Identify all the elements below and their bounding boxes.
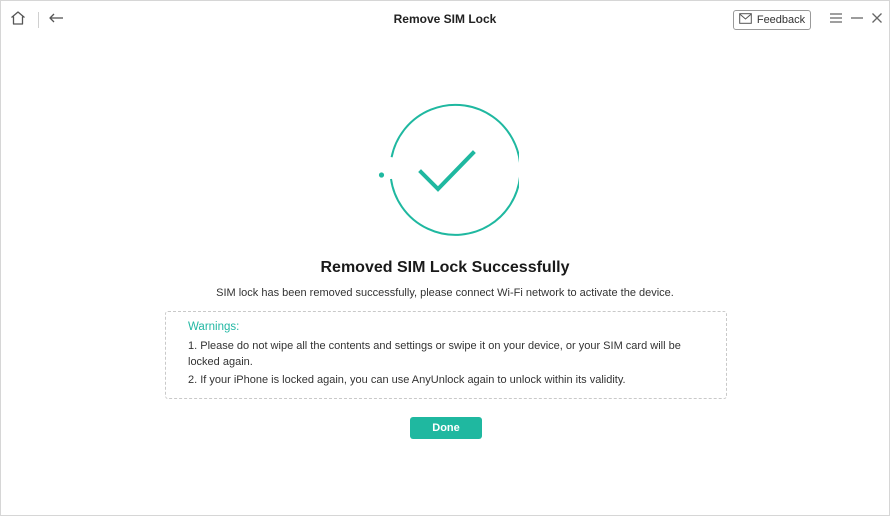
title-bar: Remove SIM Lock Feedback <box>1 1 889 39</box>
minimize-icon <box>850 11 864 29</box>
warning-item: 1. Please do not wipe all the contents a… <box>188 340 681 368</box>
warnings-box: Warnings: 1. Please do not wipe all the … <box>165 311 727 399</box>
done-button[interactable]: Done <box>410 417 482 439</box>
feedback-button[interactable]: Feedback <box>733 10 811 30</box>
mail-icon <box>739 13 752 27</box>
success-heading: Removed SIM Lock Successfully <box>320 259 570 276</box>
menu-button[interactable] <box>825 9 847 31</box>
feedback-label: Feedback <box>756 14 806 26</box>
minimize-button[interactable] <box>846 9 868 31</box>
hamburger-menu-icon <box>829 11 843 29</box>
close-icon <box>871 11 883 29</box>
app-window: Remove SIM Lock Feedback Removed SIM Loc… <box>0 0 890 516</box>
close-button[interactable] <box>866 9 888 31</box>
warning-item: 2. If your iPhone is locked again, you c… <box>188 374 626 386</box>
home-button[interactable] <box>7 9 29 31</box>
success-subtext: SIM lock has been removed successfully, … <box>216 287 674 299</box>
success-check-icon <box>373 97 522 243</box>
back-arrow-icon <box>47 9 65 32</box>
back-button[interactable] <box>45 9 67 31</box>
home-icon <box>9 9 27 32</box>
warnings-title: Warnings: <box>188 321 240 333</box>
toolbar-divider <box>38 12 39 28</box>
